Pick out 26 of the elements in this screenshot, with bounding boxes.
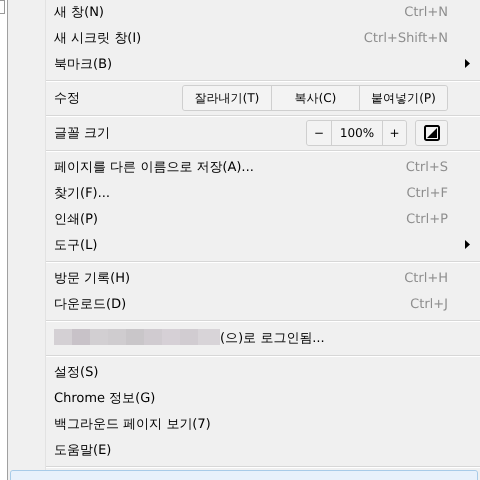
submenu-arrow-icon (465, 59, 470, 68)
zoom-in-button[interactable]: + (382, 121, 406, 145)
menu-item[interactable]: 도움말(E) (8, 437, 480, 463)
menu-item[interactable]: 다운로드(D) Ctrl+J (8, 291, 480, 317)
menu-item[interactable]: Chrome 정보(G) (8, 385, 480, 411)
edit-button[interactable]: 복사(C) (271, 86, 359, 110)
signed-in-item[interactable]: (으)로 로그인됨... (8, 324, 480, 352)
menu-item[interactable]: 방문 기록(H) Ctrl+H (8, 265, 480, 291)
menu-label: 글꼴 크기 (54, 125, 112, 142)
fullscreen-button[interactable] (415, 120, 448, 146)
zoom-level: 100% (331, 121, 382, 145)
menu-item[interactable]: 설정(S) (8, 359, 480, 385)
edit-button[interactable]: 잘라내기(T) (183, 86, 271, 110)
menu-item[interactable]: 찾기(F)... Ctrl+F (8, 180, 480, 206)
menu-label: 수정 (54, 90, 81, 107)
zoom-out-button[interactable]: − (307, 121, 331, 145)
menu-item[interactable]: 페이지를 다른 이름으로 저장(A)... Ctrl+S (8, 154, 480, 180)
menu-item[interactable]: 인쇄(P) Ctrl+P (8, 206, 480, 232)
menu-item[interactable]: 도구(L) (8, 232, 480, 258)
edit-button[interactable]: 붙여넣기(P) (359, 86, 447, 110)
fullscreen-icon (424, 125, 440, 141)
menu-item[interactable]: 백그라운드 페이지 보기(7) (8, 411, 480, 437)
submenu-arrow-icon (465, 240, 470, 249)
menu-item[interactable]: 새 창(N) Ctrl+N (8, 0, 480, 25)
menu-item[interactable]: 새 시크릿 창(I) Ctrl+Shift+N (8, 25, 480, 51)
menu-item[interactable]: 북마크(B) (8, 51, 480, 77)
